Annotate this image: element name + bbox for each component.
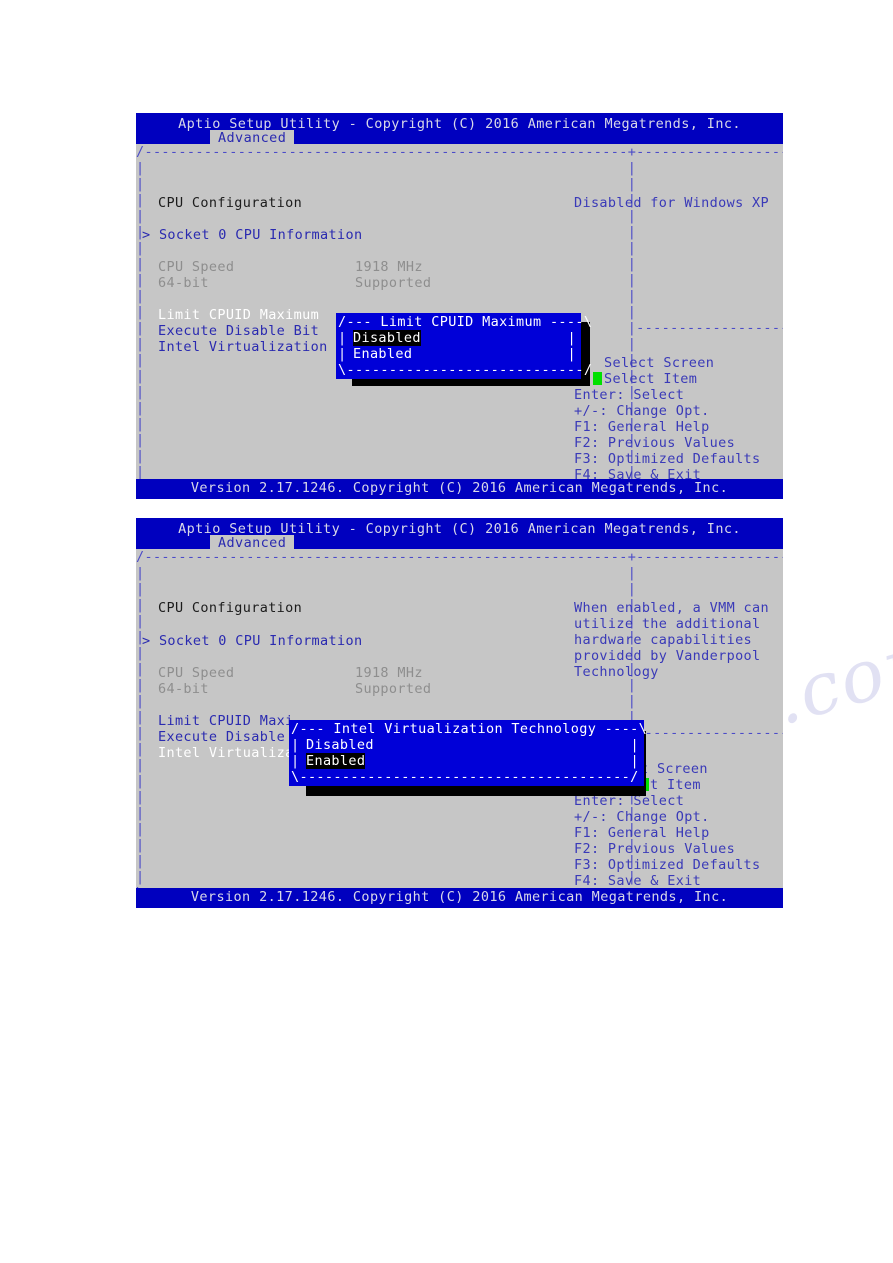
- dialog-title-line: /--- Limit CPUID Maximum ----\: [338, 314, 593, 330]
- info-value-64bit: Supported: [355, 275, 432, 291]
- info-label-cpu-speed: CPU Speed: [158, 259, 235, 275]
- dialog-border-right-2: |: [567, 346, 576, 362]
- help-key-f3-optimized-defaults: F3: Optimized Defaults: [574, 451, 761, 467]
- versionbar: Version 2.17.1246. Copyright (C) 2016 Am…: [136, 888, 783, 908]
- help-key-f2-previous-values: F2: Previous Values: [574, 841, 736, 857]
- help-text-line-1: Disabled for Windows XP: [574, 195, 769, 211]
- body-area: /---------------------------------------…: [136, 549, 783, 888]
- help-key-f1-general-help: F1: General Help: [574, 419, 710, 435]
- titlebar: Aptio Setup Utility - Copyright (C) 2016…: [136, 113, 783, 147]
- help-text-line-1: When enabled, a VMM can: [574, 600, 769, 616]
- section-title: CPU Configuration: [158, 195, 303, 211]
- dialog-border-right-2: |: [630, 753, 639, 769]
- option-execute-disable-bit[interactable]: Execute Disable: [158, 729, 285, 745]
- info-value-64bit: Supported: [355, 681, 432, 697]
- help-key-f3-optimized-defaults: F3: Optimized Defaults: [574, 857, 761, 873]
- help-key-select-screen: t Screen: [640, 761, 708, 777]
- titlebar: Aptio Setup Utility - Copyright (C) 2016…: [136, 518, 783, 552]
- version-text: Version 2.17.1246. Copyright (C) 2016 Am…: [190, 889, 729, 905]
- help-key-select-item: Select Item: [604, 371, 698, 387]
- dialog-limit-cpuid-maximum[interactable]: /--- Limit CPUID Maximum ----\ | | Disab…: [336, 313, 592, 379]
- dialog-border-left-1: |: [338, 330, 347, 346]
- help-key-f4-save-exit: F4: Save & Exit: [574, 467, 702, 479]
- help-key-change-opt: +/-: Change Opt.: [574, 403, 710, 419]
- help-key-f4-save-exit: F4: Save & Exit: [574, 873, 702, 888]
- dialog-option-disabled[interactable]: Disabled: [353, 330, 421, 346]
- submenu-socket0[interactable]: > Socket 0 CPU Information: [142, 633, 362, 649]
- dialog-option-disabled[interactable]: Disabled: [306, 737, 374, 753]
- dialog-border-right-1: |: [630, 737, 639, 753]
- dialog-option-enabled[interactable]: Enabled: [353, 346, 412, 362]
- bios-screen-limit-cpuid: Aptio Setup Utility - Copyright (C) 2016…: [136, 113, 783, 499]
- help-text-line-5: Technology: [574, 664, 659, 680]
- help-key-f2-previous-values: F2: Previous Values: [574, 435, 736, 451]
- info-label-64bit: 64-bit: [158, 275, 209, 291]
- help-key-select-item: t Item: [650, 777, 701, 793]
- option-limit-cpuid-maximum[interactable]: Limit CPUID Maximum: [158, 307, 319, 323]
- help-key-select-screen: Select Screen: [604, 355, 715, 371]
- dialog-bottom-line: \---------------------------------------…: [291, 769, 639, 785]
- help-key-enter-select: Enter: Select: [574, 387, 685, 403]
- option-intel-virtualization[interactable]: Intel Virtualiza: [158, 745, 294, 761]
- info-label-64bit: 64-bit: [158, 681, 209, 697]
- dialog-border-left-1: |: [291, 737, 300, 753]
- info-value-cpu-speed: 1918 MHz: [355, 259, 423, 275]
- versionbar: Version 2.17.1246. Copyright (C) 2016 Am…: [136, 479, 783, 499]
- body-area: /---------------------------------------…: [136, 144, 783, 479]
- option-intel-virtualization[interactable]: Intel Virtualization: [158, 339, 328, 355]
- help-key-f1-general-help: F1: General Help: [574, 825, 710, 841]
- section-title: CPU Configuration: [158, 600, 303, 616]
- dialog-title-line: /--- Intel Virtualization Technology ---…: [291, 721, 648, 737]
- help-text-line-2: utilize the additional: [574, 616, 761, 632]
- option-execute-disable-bit[interactable]: Execute Disable Bit: [158, 323, 319, 339]
- dialog-border-right-1: |: [567, 330, 576, 346]
- bios-screen-intel-virtualization: Aptio Setup Utility - Copyright (C) 2016…: [136, 518, 783, 908]
- submenu-socket0[interactable]: > Socket 0 CPU Information: [142, 227, 362, 243]
- help-text-line-3: hardware capabilities: [574, 632, 753, 648]
- arrow-updown-icon: [593, 372, 602, 385]
- dialog-border-left-2: |: [291, 753, 300, 769]
- version-text: Version 2.17.1246. Copyright (C) 2016 Am…: [190, 480, 729, 496]
- help-key-change-opt: +/-: Change Opt.: [574, 809, 710, 825]
- help-text-line-4: provided by Vanderpool: [574, 648, 761, 664]
- dialog-bottom-line: \----------------------------/: [338, 362, 593, 378]
- dialog-border-left-2: |: [338, 346, 347, 362]
- dialog-intel-virtualization-technology[interactable]: /--- Intel Virtualization Technology ---…: [289, 720, 648, 786]
- dialog-option-enabled[interactable]: Enabled: [306, 753, 366, 769]
- option-limit-cpuid-maximum[interactable]: Limit CPUID Maxi: [158, 713, 294, 729]
- info-value-cpu-speed: 1918 MHz: [355, 665, 423, 681]
- info-label-cpu-speed: CPU Speed: [158, 665, 235, 681]
